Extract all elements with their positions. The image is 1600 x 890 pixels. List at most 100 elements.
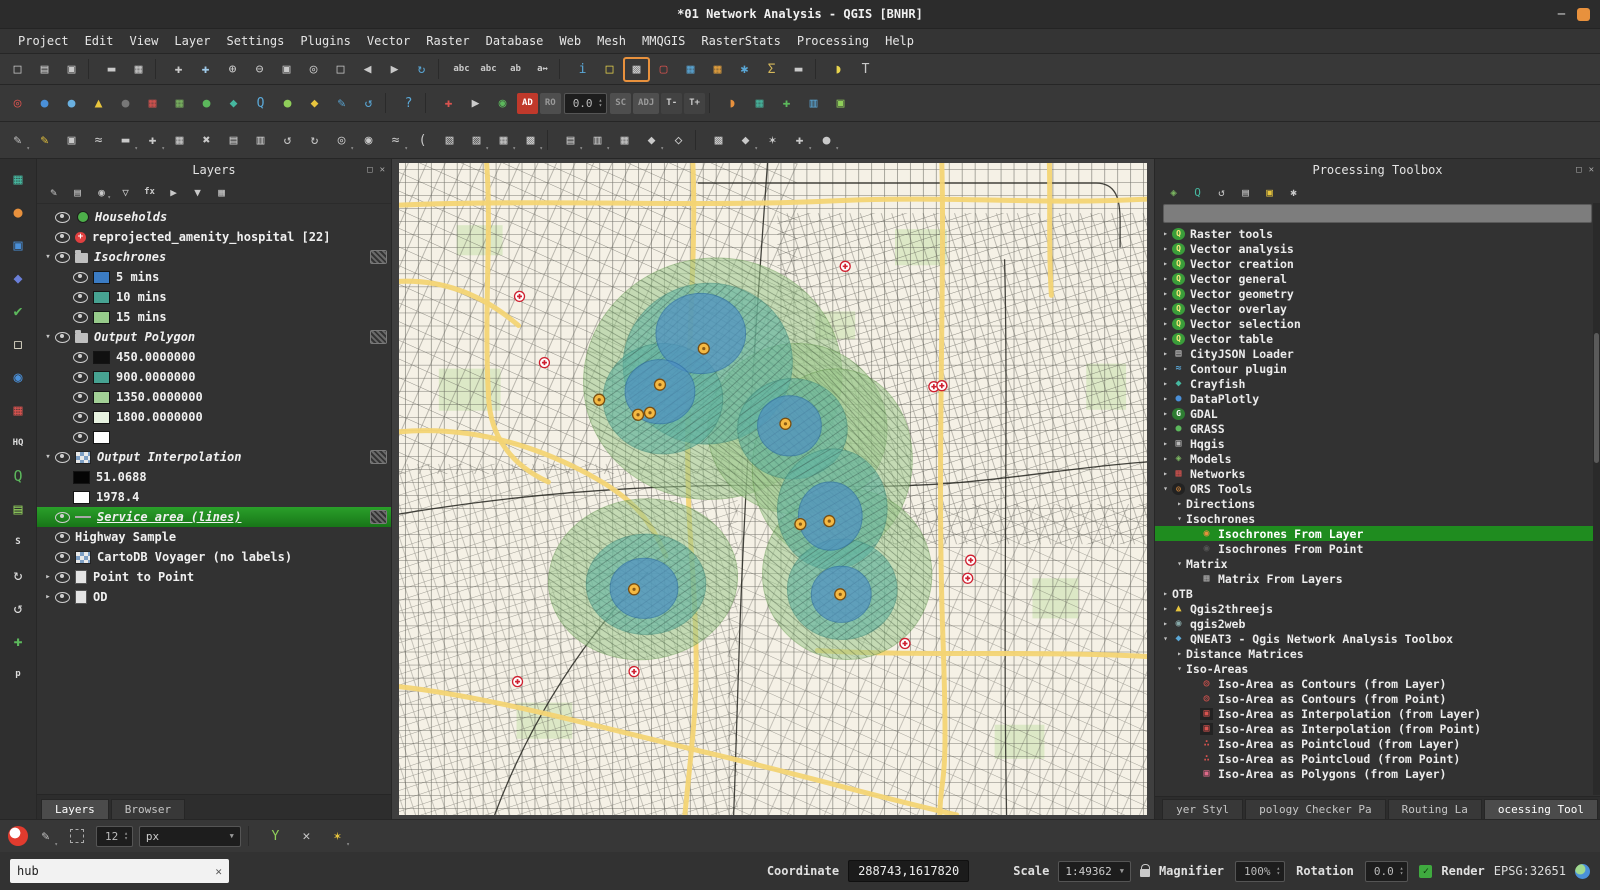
layer-item[interactable]: CartoDB Voyager (no labels) (37, 547, 391, 567)
options-button[interactable]: ✱ (1284, 184, 1303, 201)
menu-database[interactable]: Database (478, 32, 552, 50)
chart-tool-button[interactable]: ▥ (801, 92, 826, 115)
identify-features-button[interactable]: i (570, 58, 595, 81)
expander-icon[interactable]: ▸ (1159, 229, 1172, 238)
spinner-arrows-icon[interactable]: ▴▾ (124, 831, 128, 841)
dropdown-arrow-icon[interactable]: ▾ (808, 145, 812, 152)
select-features-button[interactable]: □ (597, 58, 622, 81)
p-plugin-icon[interactable]: p (6, 662, 31, 686)
processing-item[interactable]: ∴Iso-Area as Pointcloud (from Point) (1155, 751, 1600, 766)
merge-features-button[interactable]: ▦▾ (491, 129, 516, 152)
add-green-button[interactable]: ✚ (774, 92, 799, 115)
tab-routing[interactable]: Routing La (1388, 799, 1482, 819)
python-scripts-button[interactable]: ▣ (1260, 184, 1279, 201)
paste-features-button[interactable]: ▥ (248, 129, 273, 152)
epsg-code[interactable]: EPSG:32651 (1494, 864, 1566, 878)
map-tips-button[interactable]: ◗ (826, 58, 851, 81)
rotation-spin[interactable]: 0.0 ▴▾ (1365, 861, 1409, 882)
scrollbar-thumb[interactable] (1594, 333, 1599, 463)
history-button[interactable]: ↺ (1212, 184, 1231, 201)
processing-item[interactable]: ▸QVector general (1155, 271, 1600, 286)
snapping-toggle-button[interactable]: ✎▾ (33, 825, 58, 848)
map-canvas[interactable] (399, 163, 1147, 815)
processing-item[interactable]: ◎Iso-Area as Contours (from Point) (1155, 691, 1600, 706)
refresh-cw-icon[interactable]: ↻ (6, 563, 31, 587)
expander-icon[interactable]: ▸ (41, 592, 55, 602)
processing-item[interactable]: ▸Distance Matrices (1155, 646, 1600, 661)
visibility-eye-icon[interactable] (55, 512, 70, 523)
menu-layer[interactable]: Layer (166, 32, 218, 50)
simplify-feature-button[interactable]: ≈▾ (383, 129, 408, 152)
pan-map-button[interactable]: ✚ (166, 58, 191, 81)
layer-item[interactable] (37, 427, 391, 447)
expander-icon[interactable]: ▸ (1159, 469, 1172, 478)
data-source-manager-icon[interactable]: ▦ (6, 167, 31, 191)
node-tool-button[interactable]: ◉ (490, 92, 515, 115)
refresh-map-button[interactable]: ↻ (409, 58, 434, 81)
dropdown-arrow-icon[interactable]: ▾ (835, 145, 839, 152)
visibility-eye-icon[interactable] (73, 352, 88, 363)
zoom-in-button[interactable]: ⊕ (220, 58, 245, 81)
expander-icon[interactable]: ▸ (1159, 289, 1172, 298)
dropdown-arrow-icon[interactable]: ▾ (539, 145, 543, 152)
processing-item[interactable]: ▸◆Crayfish (1155, 376, 1600, 391)
processing-item[interactable]: ▸≈Contour plugin (1155, 361, 1600, 376)
expander-icon[interactable]: ▾ (41, 452, 55, 462)
red-grid-icon[interactable]: ▦ (6, 398, 31, 422)
zoom-full-button[interactable]: ▣ (274, 58, 299, 81)
processing-item[interactable]: ▸Directions (1155, 496, 1600, 511)
map-theme-icon[interactable]: ▤ (6, 497, 31, 521)
expander-icon[interactable]: ▸ (1159, 274, 1172, 283)
image-tool-button[interactable]: ▣ (828, 92, 853, 115)
expander-icon[interactable]: ▸ (1159, 259, 1172, 268)
menu-settings[interactable]: Settings (219, 32, 293, 50)
minimize-button[interactable]: ─ (1558, 7, 1565, 21)
add-rectangle-button[interactable]: ▬▾ (113, 129, 138, 152)
avoid-intersections-button[interactable] (64, 825, 89, 848)
ro-badge[interactable]: RO (540, 93, 561, 114)
filter-legend-button[interactable]: ▽ (116, 184, 135, 201)
expander-icon[interactable]: ▸ (1159, 409, 1172, 418)
expander-icon[interactable]: ▾ (41, 252, 55, 262)
coordinate-value[interactable]: 288743,1617820 (848, 860, 969, 882)
t-minus-badge[interactable]: T- (661, 93, 682, 114)
open-project-button[interactable]: ▤ (32, 58, 57, 81)
undo-arrow-button[interactable]: ↺ (356, 92, 381, 115)
provider-q-button[interactable]: Q (1188, 184, 1207, 201)
open-attribute-table-button[interactable]: ▦ (678, 58, 703, 81)
processing-item[interactable]: ▣Iso-Area as Interpolation (from Point) (1155, 721, 1600, 736)
close-button[interactable] (1577, 8, 1590, 21)
layer-item[interactable]: 1350.0000000 (37, 387, 391, 407)
layer-item[interactable]: ▸OD (37, 587, 391, 607)
dropdown-arrow-icon[interactable]: ▾ (512, 145, 516, 152)
label-move-button[interactable]: a↔ (530, 58, 555, 81)
dropdown-arrow-icon[interactable]: ▾ (161, 145, 165, 152)
expander-icon[interactable]: ▸ (1159, 244, 1172, 253)
expander-icon[interactable]: ▸ (1159, 619, 1172, 628)
layer-item[interactable]: 10 mins (37, 287, 391, 307)
processing-item[interactable]: ▸OTB (1155, 586, 1600, 601)
cut-features-button[interactable]: ✖ (194, 129, 219, 152)
search-tool-button[interactable]: Q (248, 92, 273, 115)
t-plus-badge[interactable]: T+ (684, 93, 705, 114)
dropdown-arrow-icon[interactable]: ▾ (107, 194, 111, 201)
processing-item[interactable]: ▾◆QNEAT3 - Qgis Network Analysis Toolbox (1155, 631, 1600, 646)
visibility-eye-icon[interactable] (55, 552, 70, 563)
adj-badge[interactable]: ADJ (633, 93, 659, 114)
processing-item[interactable]: ▸◈Models (1155, 451, 1600, 466)
render-checkbox[interactable]: ✓ (1419, 865, 1432, 878)
redo-edit-button[interactable]: ↻ (302, 129, 327, 152)
layer-item[interactable]: Households (37, 207, 391, 227)
zoom-out-button[interactable]: ⊖ (247, 58, 272, 81)
layer-item[interactable]: 51.0688 (37, 467, 391, 487)
menu-processing[interactable]: Processing (789, 32, 877, 50)
layer-item[interactable]: 900.0000000 (37, 367, 391, 387)
layer-item[interactable]: 5 mins (37, 267, 391, 287)
delete-selected-button[interactable]: ▦ (167, 129, 192, 152)
visibility-eye-icon[interactable] (73, 272, 88, 283)
osm-search-button[interactable]: ◎ (5, 92, 30, 115)
close-panel-icon[interactable]: ✕ (380, 165, 385, 175)
statusbar-search-input[interactable]: hub ✕ (10, 859, 229, 883)
scale-combo[interactable]: 1:49362▼ (1058, 861, 1131, 882)
processing-item[interactable]: ▸▲Qgis2threejs (1155, 601, 1600, 616)
